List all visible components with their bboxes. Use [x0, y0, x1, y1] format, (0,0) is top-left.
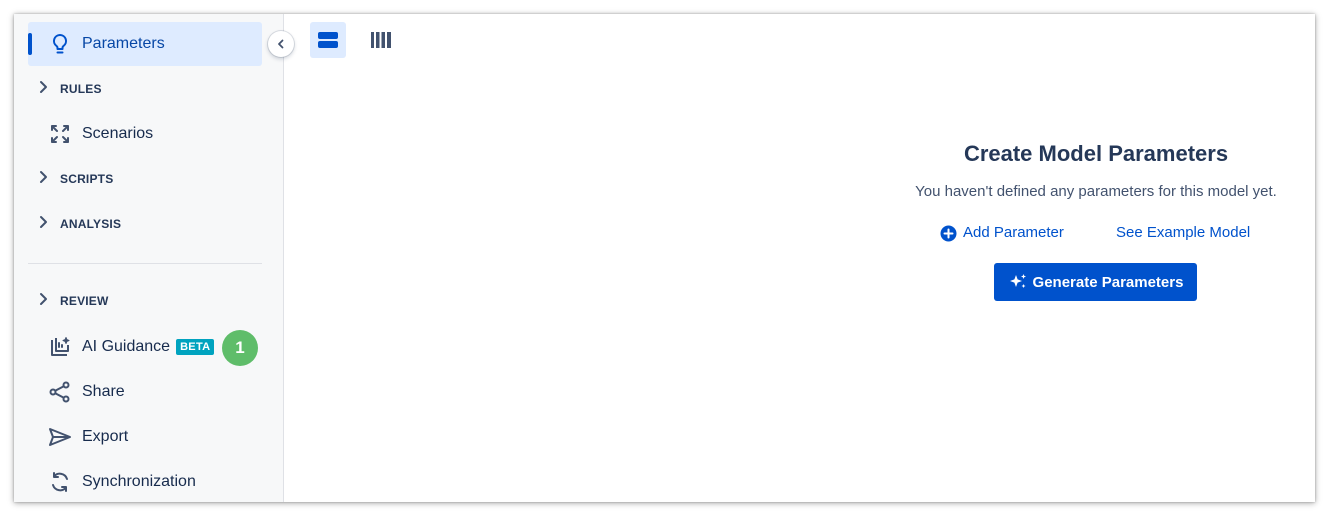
empty-state-description: You haven't defined any parameters for t… — [915, 183, 1277, 200]
sidebar-item-export[interactable]: Export — [28, 415, 262, 459]
lightbulb-icon — [48, 32, 72, 56]
see-example-model-link[interactable]: See Example Model — [1116, 223, 1250, 243]
sidebar-item-label: Synchronization — [82, 473, 196, 490]
section-rules[interactable]: RULES — [28, 71, 262, 107]
sidebar-item-share[interactable]: Share — [28, 370, 262, 414]
active-indicator — [28, 33, 32, 55]
sidebar-item-label-wrap: AI Guidance BETA — [82, 338, 215, 356]
board-view-button[interactable] — [363, 22, 399, 58]
chevron-left-icon — [278, 39, 284, 49]
generate-parameters-label: Generate Parameters — [1032, 273, 1184, 291]
chevron-right-icon — [40, 81, 47, 93]
section-label: REVIEW — [60, 294, 109, 308]
scenarios-expand-icon — [48, 122, 72, 146]
section-label: SCRIPTS — [60, 172, 114, 186]
sidebar-item-label: Scenarios — [82, 125, 154, 142]
sidebar-item-synchronization[interactable]: Synchronization — [28, 460, 262, 502]
sidebar-item-label: Share — [82, 383, 125, 400]
section-label: ANALYSIS — [60, 217, 122, 231]
chevron-right-icon — [40, 216, 47, 228]
list-view-icon — [318, 32, 338, 48]
sidebar-item-label: AI Guidance — [82, 338, 171, 355]
list-view-button[interactable] — [310, 22, 346, 58]
beta-badge: BETA — [176, 339, 215, 355]
section-analysis[interactable]: ANALYSIS — [28, 206, 262, 242]
chevron-right-icon — [40, 293, 47, 305]
share-icon — [48, 380, 72, 404]
chevron-right-icon — [40, 171, 47, 183]
see-example-model-label: See Example Model — [1116, 224, 1251, 241]
empty-state: Create Model Parameters You haven't defi… — [894, 139, 1298, 243]
sparkle-icon — [1009, 274, 1026, 288]
add-parameter-link[interactable]: Add Parameter — [940, 223, 1064, 243]
section-scripts[interactable]: SCRIPTS — [28, 161, 262, 197]
plus-circle-icon — [940, 225, 957, 241]
notification-count-badge[interactable]: 1 — [222, 330, 258, 366]
sidebar-divider — [28, 263, 262, 264]
sidebar-item-parameters[interactable]: Parameters — [28, 22, 262, 66]
sidebar-item-scenarios[interactable]: Scenarios — [28, 112, 262, 156]
empty-state-title: Create Model Parameters — [963, 141, 1229, 166]
generate-parameters-button[interactable]: Generate Parameters — [994, 263, 1197, 301]
ai-guidance-icon — [48, 335, 72, 359]
section-review[interactable]: REVIEW — [28, 283, 262, 319]
add-parameter-label: Add Parameter — [963, 224, 1064, 241]
send-icon — [48, 425, 72, 449]
app-window: Parameters RULES Scenarios SCRIPTS ANALY… — [14, 14, 1315, 502]
board-view-icon — [371, 32, 391, 48]
section-label: RULES — [60, 82, 102, 96]
empty-state-links: Add Parameter See Example Model — [894, 223, 1298, 243]
sidebar-item-label: Export — [82, 428, 129, 445]
sync-icon — [48, 470, 72, 494]
collapse-sidebar-button[interactable] — [268, 31, 294, 57]
sidebar-item-label: Parameters — [82, 35, 165, 52]
sidebar: Parameters RULES Scenarios SCRIPTS ANALY… — [14, 14, 284, 502]
